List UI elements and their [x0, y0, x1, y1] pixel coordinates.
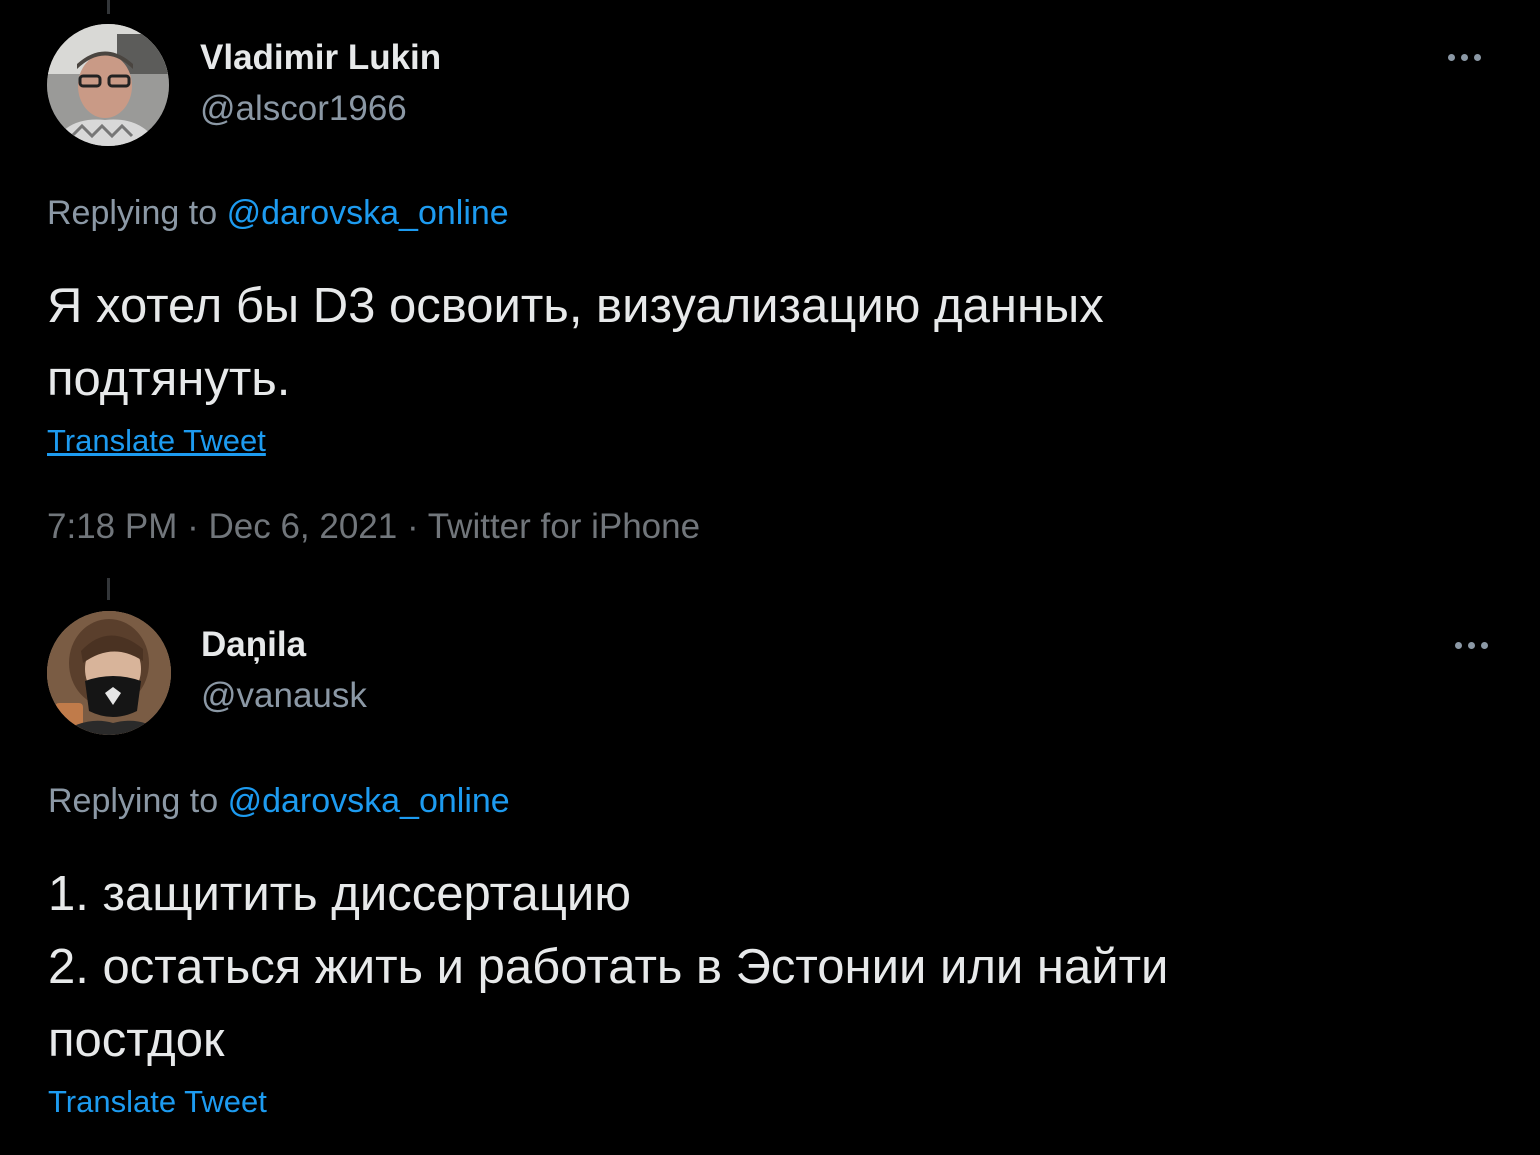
replying-to-mention[interactable]: @darovska_online	[227, 194, 509, 232]
tweet-text: Я хотел бы D3 освоить, визуализацию данн…	[47, 279, 1104, 406]
replying-to-mention[interactable]: @darovska_online	[228, 782, 510, 820]
display-name[interactable]: Daņila	[201, 625, 306, 665]
thread-connector-middle	[107, 578, 110, 600]
tweet-metadata: 7:18 PM · Dec 6, 2021 · Twitter for iPho…	[47, 507, 700, 547]
tweet-source: Twitter for iPhone	[427, 507, 701, 546]
user-handle[interactable]: @alscor1966	[200, 89, 407, 129]
tweet-2[interactable]: Daņila @vanausk Replying to @darovska_on…	[0, 600, 1540, 1155]
replying-to: Replying to @darovska_online	[47, 194, 509, 233]
tweet-date[interactable]: Dec 6, 2021	[208, 507, 397, 546]
display-name[interactable]: Vladimir Lukin	[200, 38, 441, 78]
tweet-time[interactable]: 7:18 PM	[47, 507, 177, 546]
separator: ·	[406, 507, 419, 546]
user-handle[interactable]: @vanausk	[201, 676, 367, 716]
translate-tweet-link[interactable]: Translate Tweet	[48, 1084, 267, 1120]
avatar-photo-icon	[47, 24, 169, 146]
avatar-photo-icon	[47, 611, 171, 735]
avatar[interactable]	[47, 24, 169, 146]
more-horizontal-icon	[1454, 641, 1462, 649]
separator: ·	[187, 507, 199, 546]
tweet-text: 1. защитить диссертацию 2. остаться жить…	[48, 867, 1169, 1067]
tweet-1[interactable]: Vladimir Lukin @alscor1966 Replying to @…	[0, 0, 1540, 570]
avatar[interactable]	[47, 611, 171, 735]
more-horizontal-icon	[1447, 53, 1455, 61]
replying-to-label: Replying to	[48, 782, 219, 820]
replying-to: Replying to @darovska_online	[48, 782, 510, 821]
more-options-button[interactable]	[1434, 42, 1494, 72]
more-options-button[interactable]	[1441, 630, 1501, 660]
replying-to-label: Replying to	[47, 194, 218, 232]
translate-tweet-link[interactable]: Translate Tweet	[47, 423, 266, 459]
